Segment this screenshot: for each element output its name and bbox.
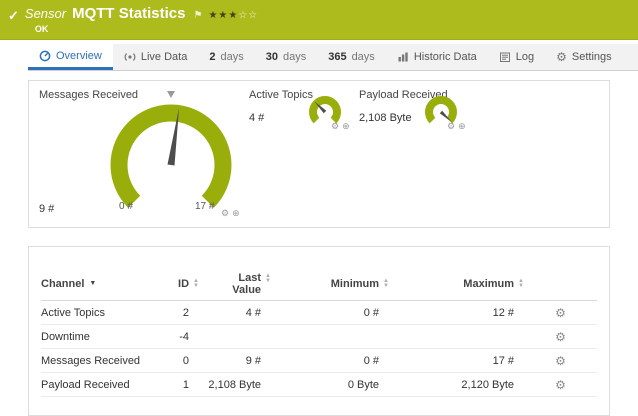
tab-label-number: 30 <box>266 51 278 63</box>
channel-minimum: 0 Byte <box>271 379 389 391</box>
tab-label-number: 365 <box>328 51 346 63</box>
tab-label: Log <box>516 51 534 63</box>
tab-label: Settings <box>572 51 612 63</box>
table-row: Payload Received 1 2,108 Byte 0 Byte 2,1… <box>41 373 597 397</box>
sensor-title-block: Sensor MQTT Statistics ⚑ ★★★☆☆ OK <box>25 5 258 34</box>
historic-data-chart-icon <box>397 51 409 63</box>
gauge-settings-icon[interactable]: ⚙ <box>221 208 229 219</box>
sensor-kind-label: Sensor <box>25 6 66 21</box>
tab-label: Historic Data <box>414 51 477 63</box>
table-row: Downtime -4 ⚙ <box>41 325 597 349</box>
column-header-last-value[interactable]: LastValue ▲▼ <box>199 272 271 296</box>
tab-historic-data[interactable]: Historic Data <box>386 44 488 70</box>
settings-gear-icon: ⚙ <box>556 51 567 63</box>
channel-settings-icon[interactable]: ⚙ <box>524 378 597 392</box>
channel-name: Downtime <box>41 331 151 343</box>
channel-last-value: 2,108 Byte <box>199 379 271 391</box>
small-gauge-actions: ⚙ ⊕ <box>447 121 466 132</box>
status-check-icon: ✓ <box>8 8 19 24</box>
gauge-top-marker-icon <box>167 91 175 98</box>
stars-filled: ★★★ <box>208 10 238 21</box>
sort-arrows-icon: ▲▼ <box>518 279 524 289</box>
channels-table: Channel ▼ ID ▲▼ LastValue ▲▼ Minimum ▲▼ … <box>29 247 609 397</box>
primary-gauge-min-label: 0 # <box>119 201 133 212</box>
tab-30-days[interactable]: 30 days <box>255 44 318 70</box>
page-root: { "colors": { "header_bg": "#aebb1c", "g… <box>0 0 638 400</box>
gauge-zoom-icon[interactable]: ⊕ <box>342 121 350 132</box>
tab-settings[interactable]: ⚙ Settings <box>545 44 623 70</box>
gauge-zoom-icon[interactable]: ⊕ <box>458 121 466 132</box>
channel-minimum: 0 # <box>271 307 389 319</box>
sensor-status-text: OK <box>35 24 258 34</box>
channel-last-value: 9 # <box>199 355 271 367</box>
small-gauge-title: Active Topics <box>249 89 313 101</box>
tab-overview[interactable]: Overview <box>28 44 113 70</box>
primary-gauge <box>91 87 251 222</box>
tab-live-data[interactable]: Live Data <box>113 44 198 70</box>
channel-id: 2 <box>151 307 199 319</box>
tab-label: Overview <box>56 50 102 62</box>
sort-caret-icon: ▼ <box>89 280 96 287</box>
channel-maximum: 17 # <box>389 355 524 367</box>
table-row: Active Topics 2 4 # 0 # 12 # ⚙ <box>41 301 597 325</box>
tab-2-days[interactable]: 2 days <box>198 44 254 70</box>
tab-bar: Overview Live Data 2 days 30 days 365 da… <box>28 44 638 71</box>
channel-id: 1 <box>151 379 199 391</box>
sensor-title: MQTT Statistics <box>72 5 185 22</box>
small-gauge-value: 2,108 Byte <box>359 112 412 124</box>
channel-id: 0 <box>151 355 199 367</box>
channel-name: Payload Received <box>41 379 151 391</box>
favorite-stars[interactable]: ★★★☆☆ <box>208 10 258 21</box>
small-gauge-actions: ⚙ ⊕ <box>331 121 350 132</box>
channels-panel: Channel ▼ ID ▲▼ LastValue ▲▼ Minimum ▲▼ … <box>28 246 610 416</box>
tab-label-number: 2 <box>209 51 215 63</box>
stars-empty: ☆☆ <box>238 10 258 21</box>
gauge-settings-icon[interactable]: ⚙ <box>447 121 455 132</box>
primary-gauge-current-value: 9 # <box>39 203 54 215</box>
channel-id: -4 <box>151 331 199 343</box>
gauge-zoom-icon[interactable]: ⊕ <box>232 208 240 219</box>
primary-gauge-max-label: 17 # <box>195 201 214 212</box>
gauges-panel: Messages Received 9 # 0 # 17 # ⚙ ⊕ Activ… <box>28 80 610 228</box>
channel-name: Active Topics <box>41 307 151 319</box>
channel-name: Messages Received <box>41 355 151 367</box>
live-data-icon <box>124 51 136 63</box>
column-header-maximum[interactable]: Maximum ▲▼ <box>389 278 524 290</box>
overview-gauge-icon <box>39 50 51 62</box>
log-icon <box>499 51 511 63</box>
tab-label: days <box>352 51 375 63</box>
tab-label: Live Data <box>141 51 187 63</box>
channel-settings-icon[interactable]: ⚙ <box>524 354 597 368</box>
table-header-row: Channel ▼ ID ▲▼ LastValue ▲▼ Minimum ▲▼ … <box>41 267 597 301</box>
channel-minimum: 0 # <box>271 355 389 367</box>
column-header-minimum[interactable]: Minimum ▲▼ <box>271 278 389 290</box>
channel-settings-icon[interactable]: ⚙ <box>524 330 597 344</box>
channel-settings-icon[interactable]: ⚙ <box>524 306 597 320</box>
tab-label: days <box>220 51 243 63</box>
tab-log[interactable]: Log <box>488 44 545 70</box>
tab-365-days[interactable]: 365 days <box>317 44 386 70</box>
tab-label: days <box>283 51 306 63</box>
channel-maximum: 2,120 Byte <box>389 379 524 391</box>
channel-last-value: 4 # <box>199 307 271 319</box>
channel-maximum: 12 # <box>389 307 524 319</box>
table-row: Messages Received 0 9 # 0 # 17 # ⚙ <box>41 349 597 373</box>
column-header-id[interactable]: ID ▲▼ <box>151 278 199 290</box>
primary-gauge-actions: ⚙ ⊕ <box>221 208 240 219</box>
small-gauge-value: 4 # <box>249 112 264 124</box>
sensor-header: ✓ Sensor MQTT Statistics ⚑ ★★★☆☆ OK <box>0 0 638 40</box>
column-header-channel[interactable]: Channel ▼ <box>41 278 151 290</box>
priority-flag-icon[interactable]: ⚑ <box>193 10 202 21</box>
gauge-settings-icon[interactable]: ⚙ <box>331 121 339 132</box>
